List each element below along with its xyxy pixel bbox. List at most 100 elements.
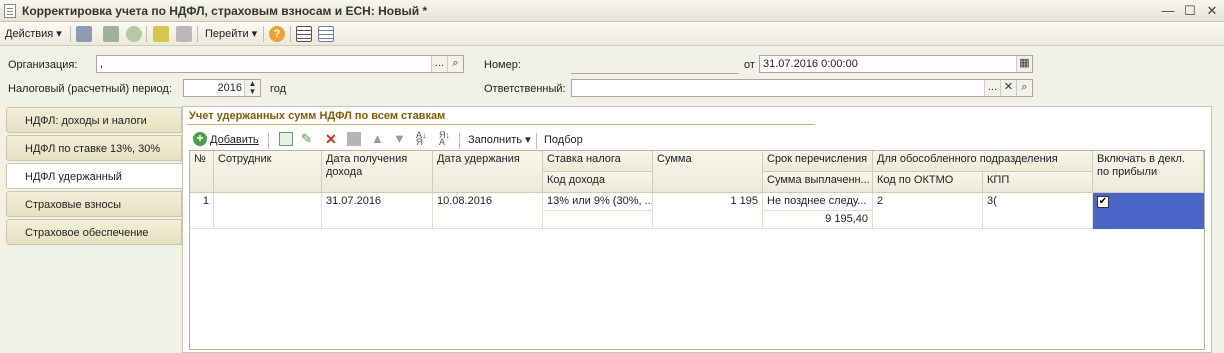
nav-item-label: Страховые взносы [25, 199, 121, 211]
close-icon[interactable]: ✕ [1204, 3, 1220, 19]
column-header-withhold-date[interactable]: Дата удержания [433, 151, 543, 193]
toolbar-separator [290, 26, 291, 42]
report-icon[interactable] [153, 26, 169, 42]
actions-menu[interactable]: Действия ▾ [5, 25, 62, 43]
window-title: Корректировка учета по НДФЛ, страховым в… [22, 4, 428, 18]
toolbar-separator [263, 26, 264, 42]
sort-desc-icon[interactable]: Я↓ A [439, 131, 453, 147]
nav-item-insurance-coverage[interactable]: Страховое обеспечение [6, 219, 182, 245]
toolbar-separator [536, 133, 537, 149]
minimize-icon[interactable]: — [1160, 3, 1176, 19]
maximize-icon[interactable]: ☐ [1182, 3, 1198, 19]
cell-oktmo[interactable]: 2 [873, 193, 983, 229]
fill-menu[interactable]: Заполнить ▾ [468, 131, 531, 149]
panel-title: Учет удержанных сумм НДФЛ по всем ставка… [189, 110, 446, 122]
search-icon[interactable]: ⌕ [1016, 80, 1032, 96]
cell-paid-sum[interactable]: 9 195,40 [763, 211, 873, 229]
actions-label: Действия [5, 28, 54, 40]
help-icon[interactable]: ? [269, 26, 285, 42]
panel-title-underline [187, 124, 815, 125]
responsible-label: Ответственный: [484, 83, 566, 95]
save-icon[interactable] [76, 26, 92, 42]
period-label: Налоговый (расчетный) период: [8, 83, 172, 95]
column-header-num[interactable]: № [190, 151, 214, 193]
column-header-amount[interactable]: Сумма [653, 151, 763, 193]
toolbar-separator [268, 133, 269, 149]
number-field[interactable] [571, 56, 739, 74]
nav-item-label: НДФЛ удержанный [25, 171, 122, 183]
column-header-transfer-term[interactable]: Срок перечисления [763, 151, 873, 172]
column-header-tax-rate[interactable]: Ставка налога [543, 151, 653, 172]
column-header-oktmo[interactable]: Код по ОКТМО [873, 172, 983, 193]
toolbar-separator [146, 26, 147, 42]
nav-item-label: НДФЛ: доходы и налоги [25, 115, 147, 127]
organization-field[interactable]: , ... ⌕ [96, 55, 464, 73]
main-toolbar: Действия ▾ Перейти ▾ ? [0, 22, 1224, 46]
add-button[interactable]: Добавить [210, 131, 259, 149]
cell-include-profit[interactable]: ✔ [1093, 193, 1204, 229]
column-header-employee[interactable]: Сотрудник [214, 151, 322, 193]
move-up-icon[interactable]: ▲ [371, 132, 385, 146]
clear-icon[interactable]: ✕ [1000, 80, 1016, 96]
select-button[interactable]: Подбор [544, 131, 583, 149]
fill-label: Заполнить [468, 134, 523, 146]
move-down-icon[interactable]: ▼ [393, 132, 407, 146]
cell-income-date[interactable]: 31.07.2016 [322, 193, 433, 229]
organization-value: , [100, 58, 104, 70]
copy-icon[interactable] [279, 132, 293, 146]
nav-item-ndfl-rate[interactable]: НДФЛ по ставке 13%, 30% [6, 135, 182, 161]
column-header-income-date[interactable]: Дата получения дохода [322, 151, 433, 193]
sort-asc-icon[interactable]: A↓ Я [416, 131, 430, 147]
cell-transfer-term[interactable]: Не позднее следу... [763, 193, 873, 211]
post-icon[interactable] [103, 26, 119, 42]
nav-item-label: Страховое обеспечение [25, 227, 149, 239]
date-from-label: от [744, 59, 755, 71]
select-ellipsis-button[interactable]: ... [431, 56, 447, 72]
withheld-table: № Сотрудник Дата получения дохода Дата у… [189, 150, 1205, 350]
period-field[interactable]: 2016 ▲ ▼ [183, 79, 261, 97]
cell-income-code[interactable] [543, 211, 653, 229]
column-header-paid-sum[interactable]: Сумма выплаченн... [763, 172, 873, 193]
add-icon[interactable]: + [193, 132, 207, 146]
search-icon[interactable]: ⌕ [447, 56, 463, 72]
responsible-field[interactable]: ... ✕ ⌕ [571, 79, 1033, 97]
column-header-income-code[interactable]: Код дохода [543, 172, 653, 193]
delete-icon[interactable]: ✕ [325, 132, 339, 146]
checkbox-icon[interactable]: ✔ [1097, 196, 1109, 208]
cell-withhold-date[interactable]: 10.08.2016 [433, 193, 543, 229]
calendar-icon[interactable]: ▦ [1016, 56, 1032, 72]
spin-icon[interactable]: ▲ ▼ [244, 80, 260, 96]
date-value: 31.07.2016 0:00:00 [763, 58, 858, 70]
cell-amount[interactable]: 1 195 [653, 193, 763, 229]
edit-icon[interactable]: ✎ [301, 132, 315, 146]
cell-employee[interactable] [214, 193, 322, 229]
cell-kpp[interactable]: 3( [983, 193, 1093, 229]
window-titlebar: Корректировка учета по НДФЛ, страховым в… [0, 0, 1224, 22]
select-ellipsis-button[interactable]: ... [984, 80, 1000, 96]
organization-label: Организация: [8, 59, 78, 71]
post-close-icon[interactable] [126, 26, 142, 42]
toolbar-separator [197, 26, 198, 42]
nav-item-insurance[interactable]: Страховые взносы [6, 191, 182, 217]
year-label: год [270, 83, 287, 95]
column-header-kpp[interactable]: КПП [983, 172, 1093, 193]
column-header-separate-unit[interactable]: Для обособленного подразделения [873, 151, 1093, 172]
column-header-include-profit[interactable]: Включать в декл. по прибыли [1093, 151, 1204, 193]
nav-item-ndfl-withheld[interactable]: НДФЛ удержанный [6, 163, 185, 189]
nav-item-ndfl-income[interactable]: НДФЛ: доходы и налоги [6, 107, 182, 133]
goto-menu[interactable]: Перейти ▾ [205, 25, 257, 43]
cell-tax-rate[interactable]: 13% или 9% (30%, ... [543, 193, 653, 211]
list-icon[interactable] [296, 26, 312, 42]
number-label: Номер: [484, 59, 521, 71]
date-field[interactable]: 31.07.2016 0:00:00 ▦ [759, 55, 1033, 73]
toolbar-separator [70, 26, 71, 42]
print-icon[interactable] [176, 26, 192, 42]
cell-num[interactable]: 1 [190, 193, 214, 229]
goto-label: Перейти [205, 28, 249, 40]
structure-icon[interactable] [318, 26, 334, 42]
withheld-panel: Учет удержанных сумм НДФЛ по всем ставка… [182, 106, 1212, 353]
period-value: 2016 [217, 82, 242, 94]
nav-item-label: НДФЛ по ставке 13%, 30% [25, 143, 161, 155]
toolbar-separator [459, 133, 460, 149]
end-edit-icon[interactable] [347, 132, 361, 146]
